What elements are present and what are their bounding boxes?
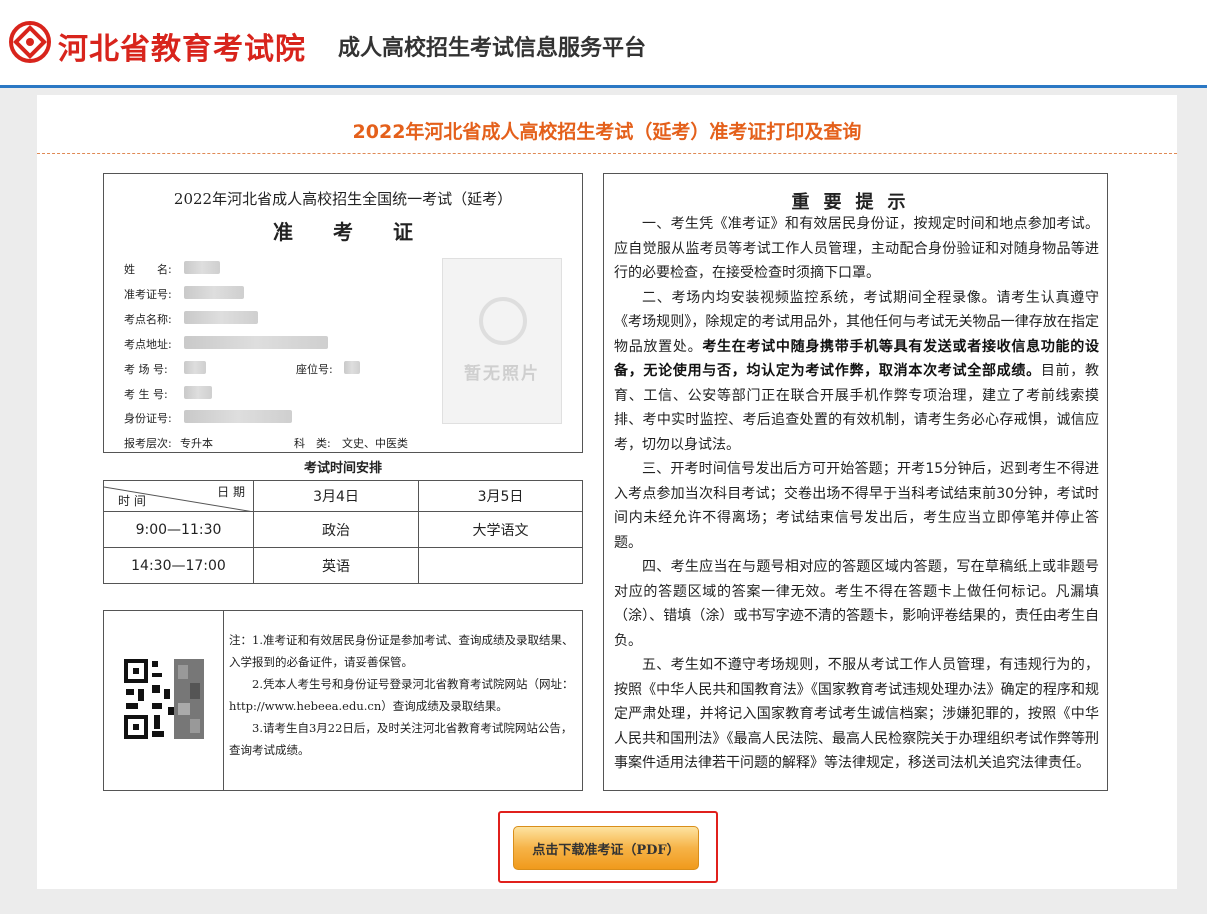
schedule-subject: 政治 [253, 511, 419, 548]
qr-code-cell [104, 611, 224, 790]
main-content: 2022年河北省成人高校招生考试（延考）准考证打印及查询 2022年河北省成人高… [37, 95, 1177, 889]
corner-date-label: 日 期 [217, 485, 245, 499]
schedule-subject: 大学语文 [418, 511, 583, 548]
schedule-caption: 考试时间安排 [303, 461, 382, 476]
platform-name: 成人高校招生考试信息服务平台 [338, 36, 647, 61]
schedule-time: 9:00—11:30 [103, 511, 254, 548]
ticket-title: 2022年河北省成人高校招生全国统一考试（延考） [173, 190, 513, 208]
reminder-paragraph: 三、开考时间信号发出后方可开始答题；开考15分钟后，迟到考生不得进入考点参加当次… [614, 461, 1099, 551]
schedule-subject [418, 547, 583, 584]
reminder-paragraph: 五、考生如不遵守考场规则，不服从考试工作人员管理，有违规行为的，按照《中华人民共… [614, 657, 1099, 771]
category-label: 科 类: [294, 437, 331, 450]
reminder-paragraph: 二、考场内均安装视频监控系统，考试期间全程录像。请考生认真遵守《考场规则》，除规… [614, 286, 1099, 458]
site-addr-label: 考点地址: [124, 338, 172, 351]
ticket-notes: 注：1.准考证和有效居民身份证是参加考试、查询成绩及录取结果、入学报到的必备证件… [103, 610, 583, 791]
ticket-no-redacted [184, 286, 244, 299]
photo-watermark-icon [479, 297, 527, 345]
student-no-redacted [184, 386, 212, 399]
reminder-paragraph: 一、考生凭《准考证》和有效居民身份证，按规定时间和地点参加考试。应自觉服从监考员… [614, 216, 1099, 281]
hebei-exam-logo-icon[interactable] [8, 20, 52, 64]
important-reminders: 重要提示 一、考生凭《准考证》和有效居民身份证，按规定时间和地点参加考试。应自觉… [603, 173, 1108, 791]
id-no-redacted [184, 410, 292, 423]
schedule-row: 9:00—11:30 政治 大学语文 [103, 511, 583, 548]
seat-redacted [344, 361, 360, 374]
schedule-row: 14:30—17:00 英语 [103, 547, 583, 584]
name-value-redacted [184, 261, 220, 274]
title-divider [37, 153, 1177, 154]
room-redacted [184, 361, 206, 374]
exam-schedule-table: 日 期 时 间 3月4日 3月5日 9:00—11:30 政治 大学语文 14:… [103, 480, 583, 584]
site-name[interactable]: 河北省教育考试院 [58, 24, 306, 68]
admission-ticket: 2022年河北省成人高校招生全国统一考试（延考） 准考证 姓 名: 准考证号: … [103, 173, 583, 453]
note-line: 2.凭本人考生号和身份证号登录河北省教育考试院网站（网址：http://www.… [229, 677, 574, 713]
category-value: 文史、中医类 [342, 437, 408, 450]
schedule-subject: 英语 [253, 547, 419, 584]
photo-placeholder-text: 暂无照片 [464, 364, 540, 384]
note-line: 注：1.准考证和有效居民身份证是参加考试、查询成绩及录取结果、入学报到的必备证件… [229, 633, 574, 669]
ticket-subtitle: 准考证 [273, 220, 453, 244]
site-name-label: 考点名称: [124, 313, 172, 326]
notes-text: 注：1.准考证和有效居民身份证是参加考试、查询成绩及录取结果、入学报到的必备证件… [229, 629, 577, 761]
ticket-no-label: 准考证号: [124, 288, 172, 301]
site-name-redacted [184, 311, 258, 324]
corner-time-label: 时 间 [118, 494, 146, 508]
page-title: 2022年河北省成人高校招生考试（延考）准考证打印及查询 [352, 121, 862, 143]
room-label: 考 场 号: [124, 363, 168, 376]
schedule-date: 3月4日 [253, 480, 419, 512]
level-value: 专升本 [180, 437, 213, 450]
reminder-paragraph: 四、考生应当在与题号相对应的答题区域内答题，写在草稿纸上或非题号对应的答题区域的… [614, 559, 1099, 649]
qr-code-icon [124, 659, 204, 739]
id-no-label: 身份证号: [124, 412, 172, 425]
download-pdf-button[interactable]: 点击下载准考证（PDF） [513, 826, 699, 870]
schedule-corner-cell: 日 期 时 间 [103, 480, 254, 512]
seat-label: 座位号: [296, 363, 333, 376]
reminders-body: 一、考生凭《准考证》和有效居民身份证，按规定时间和地点参加考试。应自觉服从监考员… [614, 212, 1099, 776]
schedule-date: 3月5日 [418, 480, 583, 512]
schedule-time: 14:30—17:00 [103, 547, 254, 584]
schedule-header-row: 日 期 时 间 3月4日 3月5日 [103, 480, 583, 512]
photo-placeholder: 暂无照片 [442, 258, 562, 424]
level-label: 报考层次: [124, 437, 172, 450]
reminders-title: 重要提示 [791, 192, 920, 213]
name-label: 姓 名: [124, 263, 172, 276]
student-no-label: 考 生 号: [124, 388, 168, 401]
site-addr-redacted [184, 336, 328, 349]
note-line: 3.请考生自3月22日后，及时关注河北省教育考试院网站公告，查询考试成绩。 [229, 721, 573, 757]
site-header: 河北省教育考试院 成人高校招生考试信息服务平台 [0, 0, 1207, 88]
